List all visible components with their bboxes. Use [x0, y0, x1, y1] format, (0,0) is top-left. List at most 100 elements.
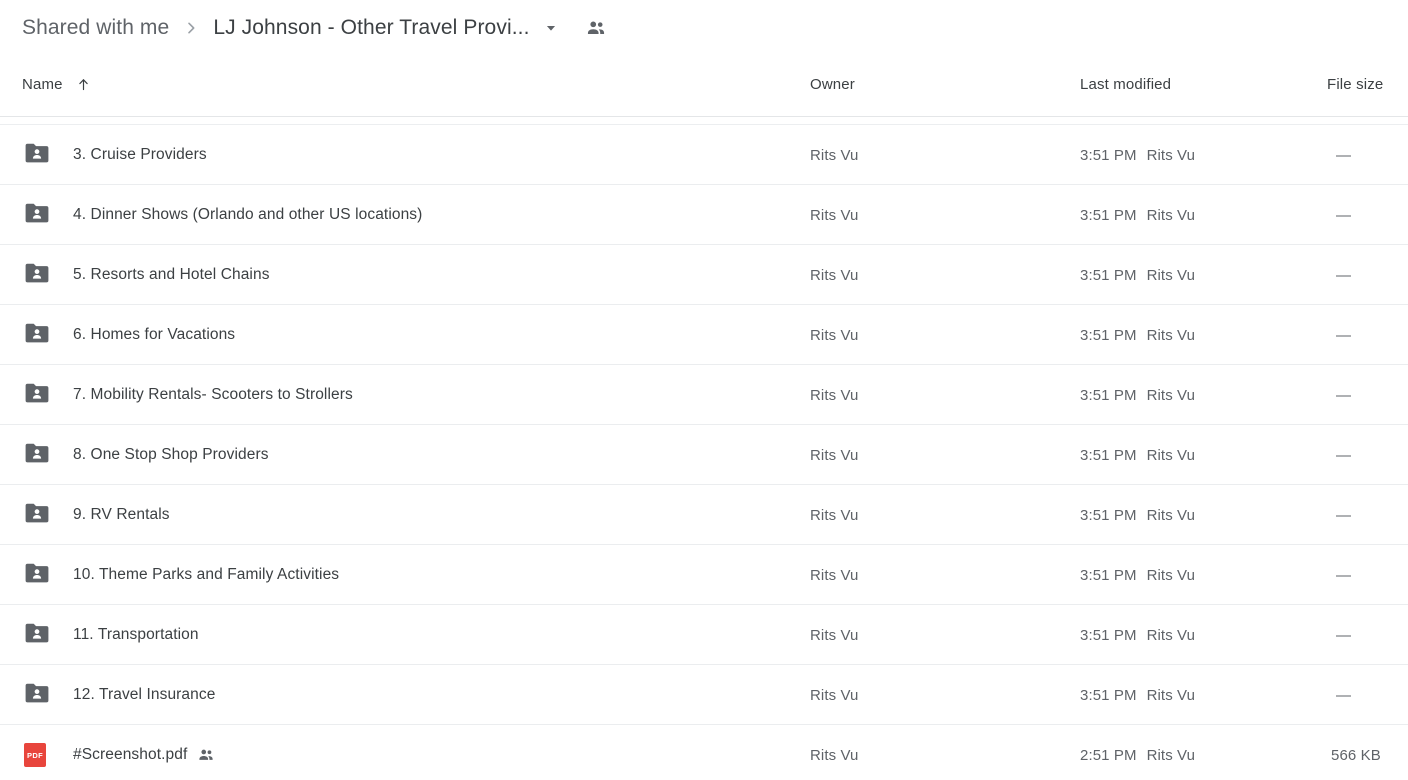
- table-row[interactable]: 8. One Stop Shop Providers Rits Vu 3:51 PM…: [0, 425, 1408, 485]
- shared-folder-icon: [24, 142, 50, 169]
- column-header-file-size[interactable]: File size: [1327, 76, 1383, 93]
- column-header-owner[interactable]: Owner: [810, 76, 855, 93]
- file-name-label: 3. Cruise Providers: [73, 146, 207, 163]
- row-icon: [24, 202, 54, 229]
- table-row[interactable]: 3. Cruise Providers Rits Vu 3:51 PM Rits Vu…: [0, 125, 1408, 185]
- last-modified-time: 3:51 PM: [1080, 566, 1137, 584]
- table-row[interactable]: 9. RV Rentals Rits Vu 3:51 PM Rits Vu —: [0, 485, 1408, 545]
- last-modified-cell: 2:51 PM Rits Vu: [1080, 725, 1195, 780]
- last-modified-cell: 3:51 PM Rits Vu: [1080, 425, 1195, 485]
- shared-folder-icon: [24, 382, 50, 409]
- row-icon: [24, 442, 54, 469]
- breadcrumb: Shared with me LJ Johnson - Other Travel…: [0, 0, 1408, 56]
- row-icon: [24, 562, 54, 589]
- last-modified-time: 3:51 PM: [1080, 446, 1137, 464]
- file-size-cell: —: [1336, 506, 1352, 524]
- file-size-cell: —: [1336, 626, 1352, 644]
- chevron-right-icon: [183, 20, 199, 36]
- file-name-cell[interactable]: PDF #Screenshot.pdf: [24, 725, 215, 780]
- file-name-cell[interactable]: 11. Transportation: [24, 605, 199, 665]
- owner-cell: Rits Vu: [810, 566, 859, 584]
- column-header-name[interactable]: Name: [22, 76, 91, 93]
- shared-folder-icon: [24, 562, 50, 589]
- last-modified-cell: 3:51 PM Rits Vu: [1080, 485, 1195, 545]
- file-name-cell[interactable]: 5. Resorts and Hotel Chains: [24, 245, 270, 305]
- table-row[interactable]: 6. Homes for Vacations Rits Vu 3:51 PM Rits…: [0, 305, 1408, 365]
- table-row[interactable]: 10. Theme Parks and Family Activities Rit…: [0, 545, 1408, 605]
- table-row[interactable]: 7. Mobility Rentals- Scooters to Strolle…: [0, 365, 1408, 425]
- last-modified-by: Rits Vu: [1146, 386, 1196, 404]
- shared-folder-icon: [24, 442, 50, 469]
- last-modified-by: Rits Vu: [1146, 746, 1196, 764]
- table-row[interactable]: 5. Resorts and Hotel Chains Rits Vu 3:51 P…: [0, 245, 1408, 305]
- table-row[interactable]: 4. Dinner Shows (Orlando and other US lo…: [0, 185, 1408, 245]
- file-size-cell: —: [1336, 566, 1352, 584]
- last-modified-by: Rits Vu: [1146, 206, 1196, 224]
- owner-cell: Rits Vu: [810, 746, 859, 764]
- file-name-cell[interactable]: 3. Cruise Providers: [24, 125, 207, 185]
- file-name-cell[interactable]: 4. Dinner Shows (Orlando and other US lo…: [24, 185, 422, 245]
- file-name-label: 8. One Stop Shop Providers: [73, 446, 269, 463]
- last-modified-by: Rits Vu: [1146, 146, 1196, 164]
- last-modified-by: Rits Vu: [1146, 266, 1196, 284]
- last-modified-time: 3:51 PM: [1080, 146, 1137, 164]
- last-modified-cell: 3:51 PM Rits Vu: [1080, 305, 1195, 365]
- row-icon: PDF: [24, 743, 54, 767]
- file-name-label: 4. Dinner Shows (Orlando and other US lo…: [73, 206, 423, 223]
- breadcrumb-root-shared-with-me[interactable]: Shared with me: [22, 16, 169, 40]
- table-row[interactable]: PDF #Screenshot.pdf Rits Vu 2:51 PM Rits Vu 5…: [0, 725, 1408, 780]
- file-name-label: 11. Transportation: [73, 626, 199, 643]
- file-list: 3. Cruise Providers Rits Vu 3:51 PM Rits Vu…: [0, 125, 1408, 780]
- row-icon: [24, 682, 54, 709]
- row-icon: [24, 322, 54, 349]
- file-name-label: 10. Theme Parks and Family Activities: [73, 566, 340, 583]
- shared-folder-icon: [24, 202, 50, 229]
- file-name-cell[interactable]: 12. Travel Insurance: [24, 665, 215, 725]
- row-icon: [24, 622, 54, 649]
- last-modified-time: 3:51 PM: [1080, 326, 1137, 344]
- last-modified-cell: 3:51 PM Rits Vu: [1080, 365, 1195, 425]
- owner-cell: Rits Vu: [810, 506, 859, 524]
- owner-cell: Rits Vu: [810, 266, 859, 284]
- chevron-down-icon[interactable]: [544, 21, 558, 35]
- row-icon: [24, 502, 54, 529]
- column-header-name-label: Name: [22, 76, 63, 93]
- people-icon: [197, 746, 215, 764]
- file-name-cell[interactable]: 7. Mobility Rentals- Scooters to Strolle…: [24, 365, 353, 425]
- last-modified-time: 3:51 PM: [1080, 206, 1137, 224]
- owner-cell: Rits Vu: [810, 446, 859, 464]
- pdf-icon-label: PDF: [27, 750, 43, 760]
- breadcrumb-current-folder[interactable]: LJ Johnson - Other Travel Provi...: [213, 16, 529, 40]
- owner-cell: Rits Vu: [810, 326, 859, 344]
- pdf-file-icon: PDF: [24, 743, 46, 767]
- file-size-cell: —: [1336, 206, 1352, 224]
- people-icon[interactable]: [585, 17, 607, 39]
- last-modified-time: 3:51 PM: [1080, 506, 1137, 524]
- row-icon: [24, 382, 54, 409]
- last-modified-time: 3:51 PM: [1080, 686, 1137, 704]
- last-modified-cell: 3:51 PM Rits Vu: [1080, 605, 1195, 665]
- file-name-label: 12. Travel Insurance: [73, 686, 216, 703]
- header-divider-top: [0, 116, 1408, 117]
- last-modified-time: 3:51 PM: [1080, 626, 1137, 644]
- file-name-cell[interactable]: 9. RV Rentals: [24, 485, 170, 545]
- file-size-cell: —: [1336, 386, 1352, 404]
- file-name-label: 7. Mobility Rentals- Scooters to Strolle…: [73, 386, 353, 403]
- table-header: Name Owner Last modified File size: [0, 56, 1408, 116]
- file-name-cell[interactable]: 8. One Stop Shop Providers: [24, 425, 269, 485]
- file-name-label: 9. RV Rentals: [73, 506, 170, 523]
- owner-cell: Rits Vu: [810, 626, 859, 644]
- shared-folder-icon: [24, 322, 50, 349]
- file-size-cell: —: [1336, 146, 1352, 164]
- arrow-up-icon[interactable]: [76, 77, 91, 92]
- last-modified-time: 3:51 PM: [1080, 266, 1137, 284]
- column-header-last-modified[interactable]: Last modified: [1080, 76, 1171, 93]
- shared-folder-icon: [24, 262, 50, 289]
- file-name-cell[interactable]: 6. Homes for Vacations: [24, 305, 235, 365]
- table-row[interactable]: 12. Travel Insurance Rits Vu 3:51 PM Rits V…: [0, 665, 1408, 725]
- shared-folder-icon: [24, 682, 50, 709]
- file-name-cell[interactable]: 10. Theme Parks and Family Activities: [24, 545, 339, 605]
- table-row[interactable]: 11. Transportation Rits Vu 3:51 PM Rits Vu —: [0, 605, 1408, 665]
- shared-folder-icon: [24, 622, 50, 649]
- file-size-cell: —: [1336, 686, 1352, 704]
